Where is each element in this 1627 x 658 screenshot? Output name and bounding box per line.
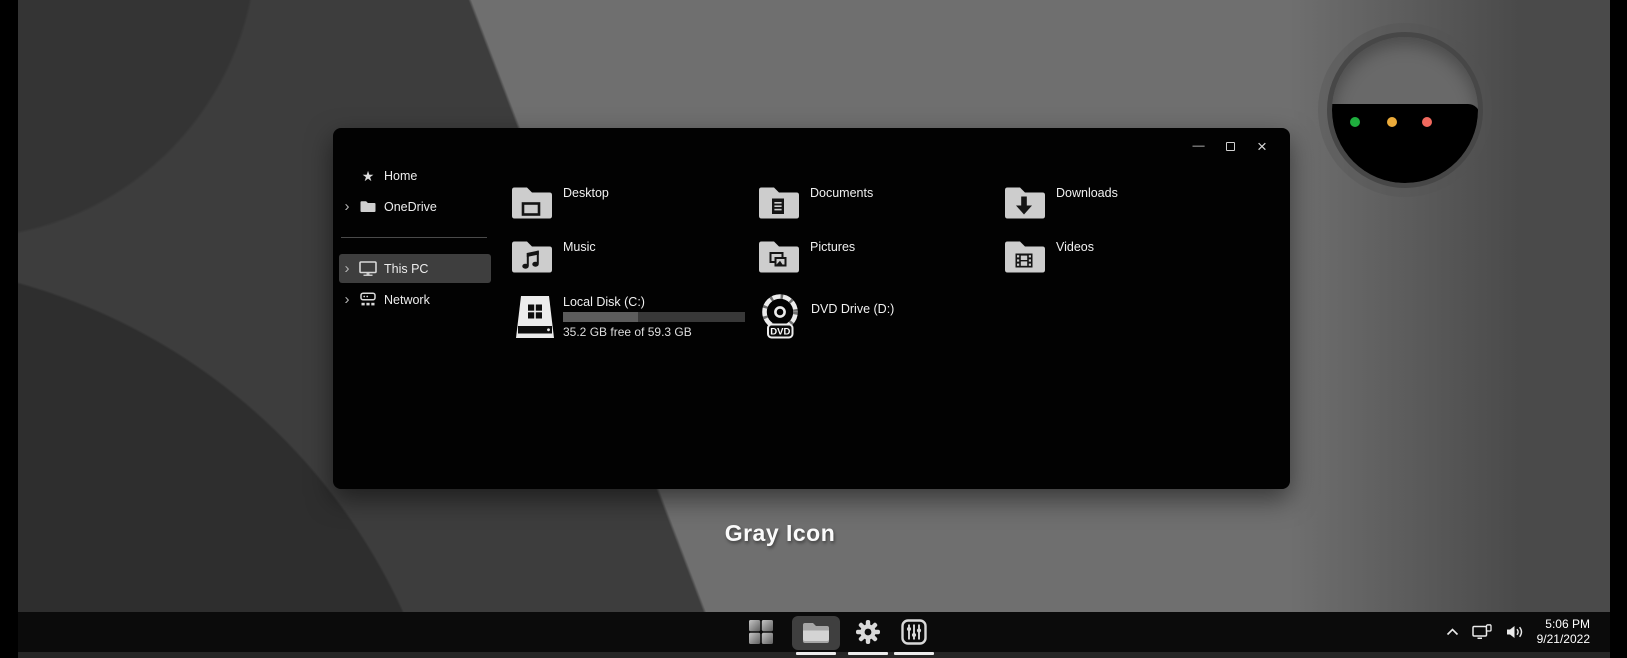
folder-tile-desktop[interactable]: Desktop	[510, 183, 609, 221]
home-star-icon: ★	[361, 167, 375, 184]
documents-folder-icon	[759, 187, 799, 219]
close-button[interactable]: ×	[1246, 133, 1278, 159]
sidebar-item-label: Network	[384, 292, 430, 307]
file-explorer-icon	[803, 623, 829, 643]
music-folder-icon	[512, 241, 552, 273]
dvd-disc-icon: DVD	[762, 294, 798, 339]
start-button[interactable]	[748, 612, 774, 652]
desktop-folder-icon	[512, 187, 552, 219]
ethernet-network-icon	[1471, 624, 1492, 639]
tray-overflow-button[interactable]	[1446, 628, 1459, 636]
chevron-right-icon[interactable]: ›	[341, 261, 353, 276]
videos-folder-icon	[1005, 241, 1045, 273]
tile-label: Desktop	[563, 186, 609, 200]
running-indicator	[848, 652, 888, 655]
sidebar-item-label: This PC	[384, 261, 429, 276]
sidebar-item-this-pc[interactable]: › This PC	[339, 254, 491, 283]
mixer-icon	[901, 619, 927, 645]
file-explorer-window: — × ★ Home › OneDrive › This PC › Networ…	[333, 128, 1290, 489]
folder-icon	[359, 199, 377, 215]
tray-time: 5:06 PM	[1545, 617, 1590, 631]
disk-free-text: 35.2 GB free of 59.3 GB	[563, 325, 692, 339]
tray-date: 9/21/2022	[1536, 632, 1590, 646]
monitor-icon	[359, 261, 377, 277]
sidebar-item-network[interactable]: › Network	[339, 285, 491, 314]
tile-label: Videos	[1056, 240, 1094, 254]
file-explorer-taskbar-button[interactable]	[792, 616, 840, 655]
svg-text:DVD: DVD	[770, 327, 790, 338]
system-tray: 5:06 PM 9/21/2022	[1446, 612, 1590, 652]
traffic-light-green-icon	[1350, 117, 1360, 127]
window-controls: — ×	[1182, 133, 1278, 159]
disk-usage-bar	[563, 312, 745, 322]
network-icon	[359, 292, 377, 308]
maximize-button[interactable]	[1214, 133, 1246, 159]
maximize-icon	[1225, 141, 1235, 151]
folder-tile-pictures[interactable]: Pictures	[757, 237, 855, 275]
disk-usage-fill	[563, 312, 638, 322]
taskbar: 5:06 PM 9/21/2022	[18, 612, 1610, 655]
drive-tile-dvd[interactable]: DVD DVD Drive (D:)	[757, 292, 894, 340]
folder-tile-videos[interactable]: Videos	[1003, 237, 1094, 275]
downloads-folder-icon	[1005, 187, 1045, 219]
drive-label: Local Disk (C:)	[563, 295, 645, 309]
tile-label: Downloads	[1056, 186, 1118, 200]
gear-icon	[856, 620, 880, 644]
drive-tile-local-disk[interactable]: Local Disk (C:) 35.2 GB free of 59.3 GB	[513, 294, 745, 340]
speaker-icon	[1506, 626, 1522, 638]
tile-label: Documents	[810, 186, 874, 200]
sidebar-item-home[interactable]: ★ Home	[339, 161, 491, 190]
minimize-button[interactable]: —	[1182, 133, 1214, 159]
pictures-folder-icon	[759, 241, 799, 273]
clock[interactable]: 5:06 PM 9/21/2022	[1537, 617, 1590, 647]
hard-disk-icon	[516, 296, 554, 338]
traffic-light-red-icon	[1422, 117, 1432, 127]
theme-preview-magnifier	[1327, 32, 1483, 188]
chevron-right-icon[interactable]: ›	[341, 292, 353, 307]
taskbar-center-icons	[748, 612, 934, 655]
network-tray-button[interactable]	[1471, 624, 1493, 640]
chevron-up-icon	[1446, 628, 1458, 636]
running-indicator	[894, 652, 934, 655]
folder-tile-documents[interactable]: Documents	[757, 183, 873, 221]
chevron-right-icon[interactable]: ›	[341, 199, 353, 214]
magnified-window-corner	[1332, 104, 1478, 183]
minimize-icon: —	[1191, 139, 1205, 152]
sidebar-item-onedrive[interactable]: › OneDrive	[339, 192, 491, 221]
tile-label: Pictures	[810, 240, 856, 254]
running-indicator	[796, 652, 836, 655]
sidebar-divider	[341, 237, 487, 238]
windows-logo-icon	[749, 620, 773, 644]
traffic-light-yellow-icon	[1387, 117, 1397, 127]
settings-taskbar-button[interactable]	[848, 612, 888, 655]
sidebar-item-label: Home	[384, 168, 418, 183]
mixer-taskbar-button[interactable]	[894, 612, 934, 655]
screen: Gray Icon — × ★ Home › OneDrive › This P…	[0, 0, 1627, 658]
drive-info: Local Disk (C:) 35.2 GB free of 59.3 GB	[563, 295, 745, 339]
volume-tray-button[interactable]	[1506, 625, 1524, 639]
tile-label: Music	[563, 240, 596, 254]
sidebar-item-label: OneDrive	[384, 199, 437, 214]
drive-label: DVD Drive (D:)	[811, 302, 895, 316]
close-icon: ×	[1257, 136, 1267, 156]
wallpaper-watermark: Gray Icon	[724, 520, 836, 546]
folder-tile-downloads[interactable]: Downloads	[1003, 183, 1118, 221]
folder-tile-music[interactable]: Music	[510, 237, 596, 275]
